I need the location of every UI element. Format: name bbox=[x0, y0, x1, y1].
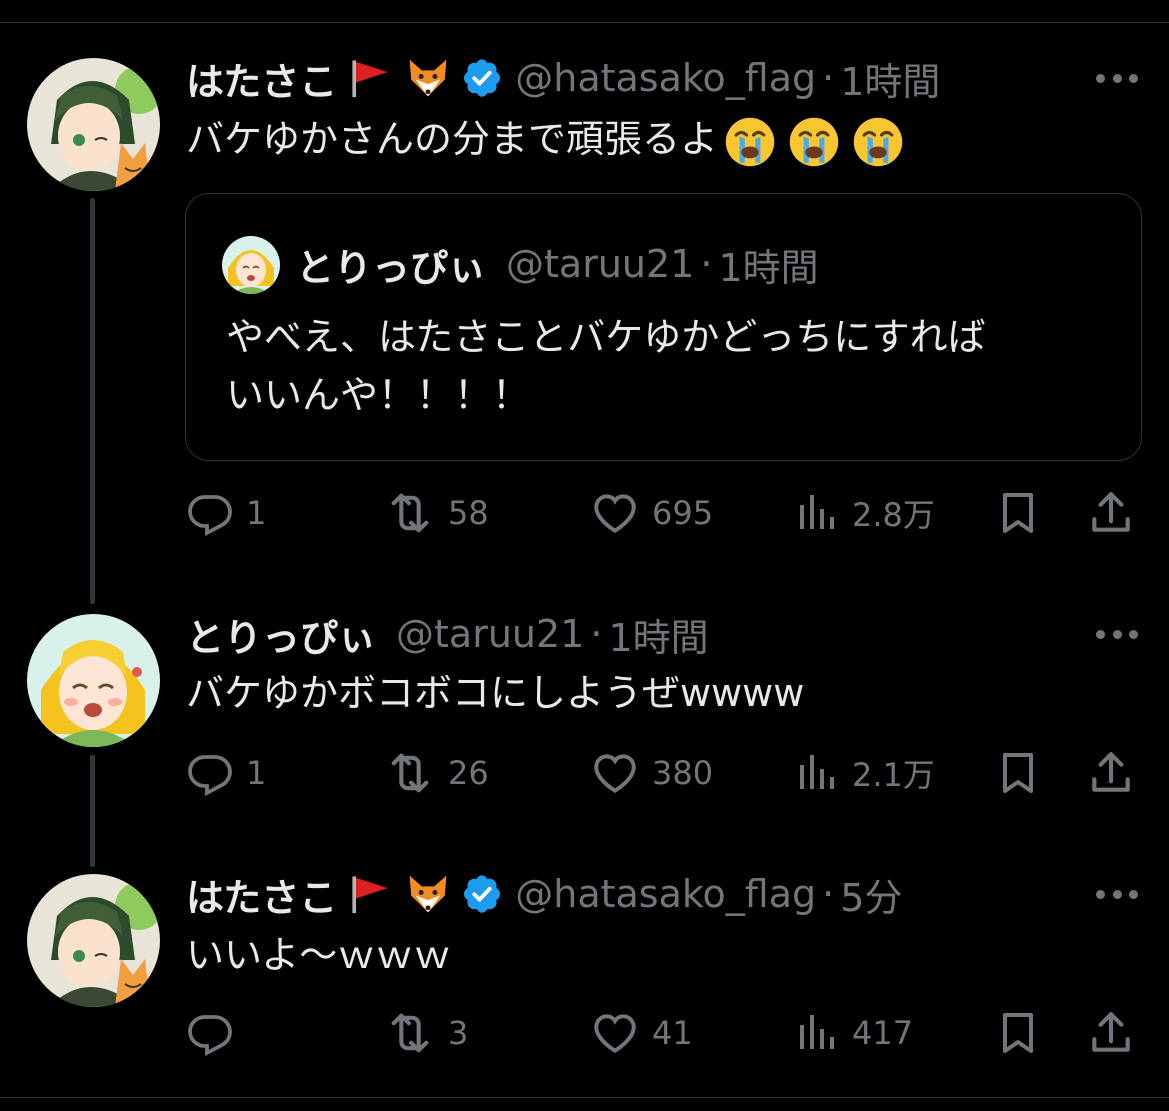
reply-button[interactable]: 1 bbox=[186, 488, 266, 538]
separator-dot: · bbox=[590, 612, 603, 656]
heart-icon bbox=[590, 748, 640, 798]
views-icon bbox=[792, 1009, 840, 1057]
tweet-text: バケゆかさんの分まで頑張るよ bbox=[186, 114, 904, 168]
views-icon bbox=[792, 749, 840, 797]
fox-icon bbox=[403, 55, 453, 101]
bookmark-icon bbox=[994, 749, 1042, 797]
retweet-count: 3 bbox=[448, 1014, 469, 1052]
red-flag-icon bbox=[345, 56, 395, 100]
fox-icon bbox=[403, 871, 453, 917]
avatar[interactable] bbox=[27, 58, 160, 191]
view-count: 2.8万 bbox=[852, 496, 935, 534]
retweet-button[interactable]: 58 bbox=[384, 488, 489, 538]
reply-icon bbox=[186, 749, 234, 797]
retweet-button[interactable]: 3 bbox=[384, 1008, 468, 1058]
quoted-timestamp[interactable]: 1時間 bbox=[718, 237, 818, 292]
share-button[interactable] bbox=[1086, 1008, 1136, 1058]
quoted-avatar[interactable] bbox=[222, 236, 280, 294]
reply-button[interactable] bbox=[186, 1008, 246, 1058]
view-count: 2.1万 bbox=[852, 756, 935, 794]
views-button[interactable]: 2.1万 bbox=[792, 748, 935, 798]
retweet-count: 58 bbox=[448, 494, 489, 532]
thread-connector bbox=[90, 755, 95, 867]
share-icon bbox=[1086, 488, 1136, 538]
share-button[interactable] bbox=[1086, 748, 1136, 798]
views-button[interactable]: 2.8万 bbox=[792, 488, 935, 538]
avatar[interactable] bbox=[27, 874, 160, 1007]
reply-count: 1 bbox=[246, 754, 267, 792]
username[interactable]: @hatasako_flag bbox=[515, 56, 816, 100]
more-options-button[interactable] bbox=[1096, 628, 1138, 640]
tweet-header: とりっぴぃ @taruu21 · 1時間 bbox=[186, 607, 709, 662]
tweet-actions: 3 41 417 bbox=[186, 1008, 1141, 1058]
display-name[interactable]: とりっぴぃ bbox=[186, 607, 376, 662]
tweet-text: いいよ〜ｗｗｗ bbox=[186, 933, 452, 977]
username[interactable]: @hatasako_flag bbox=[515, 872, 816, 916]
quoted-username[interactable]: @taruu21 bbox=[506, 242, 694, 286]
display-name[interactable]: はたさこ bbox=[186, 867, 337, 922]
bookmark-icon bbox=[994, 1009, 1042, 1057]
heart-icon bbox=[590, 488, 640, 538]
like-count: 380 bbox=[652, 754, 714, 792]
quoted-tweet[interactable]: とりっぴぃ @taruu21 · 1時間 やべえ、はたさことバケゆかどっちにすれ… bbox=[185, 193, 1142, 461]
verified-badge-icon[interactable] bbox=[461, 873, 503, 915]
username[interactable]: @taruu21 bbox=[396, 612, 584, 656]
more-options-button[interactable] bbox=[1096, 888, 1138, 900]
views-icon bbox=[792, 489, 840, 537]
like-count: 695 bbox=[652, 494, 714, 532]
bottom-divider bbox=[0, 1097, 1169, 1098]
crying-face-icon bbox=[788, 116, 840, 168]
separator-dot: · bbox=[822, 872, 835, 916]
timestamp[interactable]: 5分 bbox=[840, 867, 902, 922]
timestamp[interactable]: 1時間 bbox=[840, 51, 940, 106]
quoted-header: とりっぴぃ @taruu21 · 1時間 bbox=[296, 238, 819, 290]
timestamp[interactable]: 1時間 bbox=[608, 607, 708, 662]
retweet-count: 26 bbox=[448, 754, 489, 792]
bookmark-button[interactable] bbox=[994, 1008, 1042, 1058]
reply-icon bbox=[186, 1009, 234, 1057]
like-button[interactable]: 695 bbox=[590, 488, 713, 538]
quoted-display-name[interactable]: とりっぴぃ bbox=[296, 237, 486, 292]
retweet-icon bbox=[384, 1007, 436, 1059]
avatar[interactable] bbox=[27, 614, 160, 747]
retweet-icon bbox=[384, 487, 436, 539]
like-button[interactable]: 380 bbox=[590, 748, 713, 798]
views-button[interactable]: 417 bbox=[792, 1008, 913, 1058]
tweet-header: はたさこ @hatasako_flag · 1時間 bbox=[186, 51, 940, 106]
view-count: 417 bbox=[852, 1014, 914, 1052]
more-options-button[interactable] bbox=[1096, 72, 1138, 84]
reply-count: 1 bbox=[246, 494, 267, 532]
bookmark-button[interactable] bbox=[994, 748, 1042, 798]
share-icon bbox=[1086, 1008, 1136, 1058]
share-button[interactable] bbox=[1086, 488, 1136, 538]
retweet-icon bbox=[384, 747, 436, 799]
bookmark-icon bbox=[994, 489, 1042, 537]
like-button[interactable]: 41 bbox=[590, 1008, 693, 1058]
crying-face-icon bbox=[724, 116, 776, 168]
tweet-header: はたさこ @hatasako_flag · 5分 bbox=[186, 867, 902, 922]
verified-badge-icon[interactable] bbox=[461, 57, 503, 99]
bookmark-button[interactable] bbox=[994, 488, 1042, 538]
like-count: 41 bbox=[652, 1014, 693, 1052]
separator-dot: · bbox=[700, 242, 713, 286]
thread-connector bbox=[90, 198, 95, 604]
tweet-actions: 1 58 695 2.8万 bbox=[186, 488, 1141, 538]
top-divider bbox=[0, 22, 1169, 23]
tweet-actions: 1 26 380 2.1万 bbox=[186, 748, 1141, 798]
quoted-text: やべえ、はたさことバケゆかどっちにすれば いいんや！！！！ bbox=[226, 315, 986, 417]
separator-dot: · bbox=[822, 56, 835, 100]
heart-icon bbox=[590, 1008, 640, 1058]
display-name[interactable]: はたさこ bbox=[186, 51, 337, 106]
reply-icon bbox=[186, 489, 234, 537]
tweet-text-content: バケゆかさんの分まで頑張るよ bbox=[186, 117, 719, 161]
share-icon bbox=[1086, 748, 1136, 798]
tweet-text: バケゆかボコボコにしようぜwwww bbox=[186, 671, 805, 715]
retweet-button[interactable]: 26 bbox=[384, 748, 489, 798]
red-flag-icon bbox=[345, 872, 395, 916]
reply-button[interactable]: 1 bbox=[186, 748, 266, 798]
crying-face-icon bbox=[852, 116, 904, 168]
